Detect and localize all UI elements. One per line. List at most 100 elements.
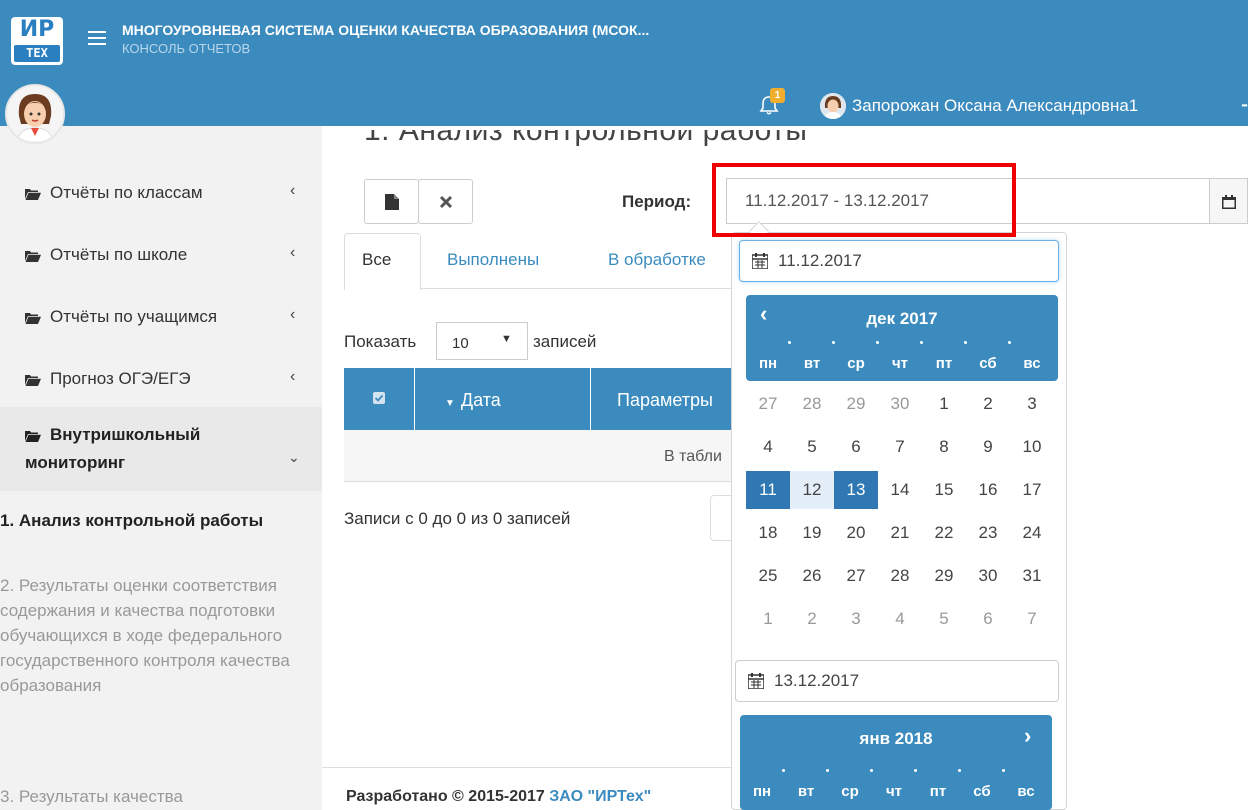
calendar-day[interactable]: 7 (1010, 600, 1054, 638)
month-label[interactable]: дек 2017 (746, 309, 1058, 329)
irtech-logo[interactable]: ИР ТЕХ (11, 17, 63, 65)
calendar-day[interactable]: 18 (746, 514, 790, 552)
calendar-day[interactable]: 4 (878, 600, 922, 638)
sidebar-subitem[interactable]: 2. Результаты оценки соответствия содерж… (0, 573, 300, 698)
app-title: МНОГОУРОВНЕВАЯ СИСТЕМА ОЦЕНКИ КАЧЕСТВА О… (122, 22, 650, 38)
calendar-day[interactable]: 27 (834, 557, 878, 595)
separator-dot (920, 341, 923, 344)
highlight-box (712, 163, 1016, 237)
sidebar-item-label: Отчёты по классам (50, 183, 203, 202)
settings-icon[interactable]: ⁃ (1240, 96, 1248, 117)
folder-open-icon (25, 375, 41, 386)
sidebar-avatar (5, 84, 65, 144)
file-icon (385, 194, 399, 210)
calendar-day[interactable]: 20 (834, 514, 878, 552)
calendar-day[interactable]: 5 (922, 600, 966, 638)
calendar-day[interactable]: 27 (746, 385, 790, 423)
checkbox-icon[interactable] (373, 392, 385, 404)
app-subtitle: КОНСОЛЬ ОТЧЕТОВ (122, 41, 251, 56)
calendar-day[interactable]: 2 (966, 385, 1010, 423)
calendar-button[interactable] (1210, 178, 1248, 224)
calendar-day[interactable]: 21 (878, 514, 922, 552)
calendar-day[interactable]: 19 (790, 514, 834, 552)
calendar-day[interactable]: 3 (1010, 385, 1054, 423)
calendar-day[interactable]: 1 (746, 600, 790, 638)
tab-completed[interactable]: Выполнены (447, 250, 539, 270)
sidebar-item-exam-forecast[interactable]: Прогноз ОГЭ/ЕГЭ ‹ (0, 352, 322, 408)
calendar-day[interactable]: 29 (922, 557, 966, 595)
calendar-header-jan: › янв 2018 пн вт ср чт пт сб вс (740, 715, 1052, 810)
user-avatar[interactable] (820, 93, 846, 119)
calendar-day[interactable]: 12 (790, 471, 834, 509)
footer-copyright: Разработано © 2015-2017 (346, 788, 550, 805)
tab-all-label[interactable]: Все (362, 250, 391, 270)
column-parameters[interactable]: Параметры (617, 390, 713, 411)
column-date-label: Дата (460, 390, 501, 410)
calendar-day[interactable]: 13 (834, 471, 878, 509)
calendar-day[interactable]: 3 (834, 600, 878, 638)
sidebar-item-school-reports[interactable]: Отчёты по школе ‹ (0, 228, 322, 284)
folder-open-icon (25, 189, 41, 200)
weekday-label: пт (929, 783, 947, 800)
start-date-input[interactable]: 11.12.2017 (739, 240, 1059, 282)
weekday-label: вт (797, 783, 815, 800)
calendar-day[interactable]: 29 (834, 385, 878, 423)
calendar-day[interactable]: 10 (1010, 428, 1054, 466)
sidebar-subitem-active[interactable]: 1. Анализ контрольной работы (0, 508, 300, 533)
calendar-day[interactable]: 7 (878, 428, 922, 466)
calendar-day[interactable]: 22 (922, 514, 966, 552)
calendar-day[interactable]: 30 (966, 557, 1010, 595)
page-size-select[interactable]: 10 ▼ (436, 322, 528, 360)
separator-dot (1002, 769, 1005, 772)
end-date-input[interactable]: 13.12.2017 (735, 660, 1059, 702)
calendar-day[interactable]: 26 (790, 557, 834, 595)
chevron-down-icon: ⌄ (288, 449, 300, 465)
calendar-day[interactable]: 6 (966, 600, 1010, 638)
show-label: Показать (344, 332, 417, 351)
new-document-button[interactable] (364, 179, 419, 224)
calendar-day[interactable]: 4 (746, 428, 790, 466)
select-all-cell[interactable] (344, 368, 415, 430)
calendar-day[interactable]: 9 (966, 428, 1010, 466)
month-label[interactable]: янв 2018 (740, 729, 1052, 749)
calendar-day[interactable]: 31 (1010, 557, 1054, 595)
company-link[interactable]: ЗАО "ИРТех" (549, 788, 651, 805)
tab-processing[interactable]: В обработке (608, 250, 706, 270)
sidebar-item-class-reports[interactable]: Отчёты по классам ‹ (0, 166, 322, 222)
clear-button[interactable] (418, 179, 473, 224)
calendar-day[interactable]: 8 (922, 428, 966, 466)
page-size-value: 10 (452, 335, 469, 352)
separator-dot (826, 769, 829, 772)
calendar-day[interactable]: 24 (1010, 514, 1054, 552)
folder-open-icon (25, 251, 41, 262)
calendar-day[interactable]: 16 (966, 471, 1010, 509)
sidebar-item-label: Внутришкольный (50, 425, 201, 444)
column-date[interactable]: ▼ Дата (415, 368, 591, 430)
calendar-day[interactable]: 1 (922, 385, 966, 423)
calendar-day[interactable]: 25 (746, 557, 790, 595)
calendar-day[interactable]: 14 (878, 471, 922, 509)
chevron-left-icon: ‹ (290, 368, 296, 385)
chevron-left-icon: ‹ (290, 244, 296, 261)
calendar-day[interactable]: 15 (922, 471, 966, 509)
calendar-day[interactable]: 28 (878, 557, 922, 595)
sidebar-item-internal-monitoring[interactable]: Внутришкольный мониторинг ⌄ (0, 407, 322, 491)
footer-text: Разработано © 2015-2017 ЗАО "ИРТех" (346, 788, 651, 806)
calendar-day[interactable]: 11 (746, 471, 790, 509)
menu-toggle-icon[interactable] (88, 31, 106, 45)
sidebar-item-student-reports[interactable]: Отчёты по учащимся ‹ (0, 290, 322, 346)
user-name[interactable]: Запорожан Оксана Александровна1 (852, 96, 1138, 116)
calendar-day[interactable]: 28 (790, 385, 834, 423)
calendar-day[interactable]: 17 (1010, 471, 1054, 509)
table-header: ▼ Дата Параметры (344, 368, 734, 430)
calendar-day[interactable]: 23 (966, 514, 1010, 552)
weekday-label: вт (803, 355, 821, 372)
calendar-day[interactable]: 30 (878, 385, 922, 423)
calendar-day[interactable]: 5 (790, 428, 834, 466)
show-suffix: записей (533, 332, 597, 351)
calendar-day[interactable]: 2 (790, 600, 834, 638)
sort-desc-icon: ▼ (445, 398, 455, 409)
weekday-label: пт (935, 355, 953, 372)
sidebar-subitem[interactable]: 3. Результаты качества (0, 784, 300, 809)
calendar-day[interactable]: 6 (834, 428, 878, 466)
